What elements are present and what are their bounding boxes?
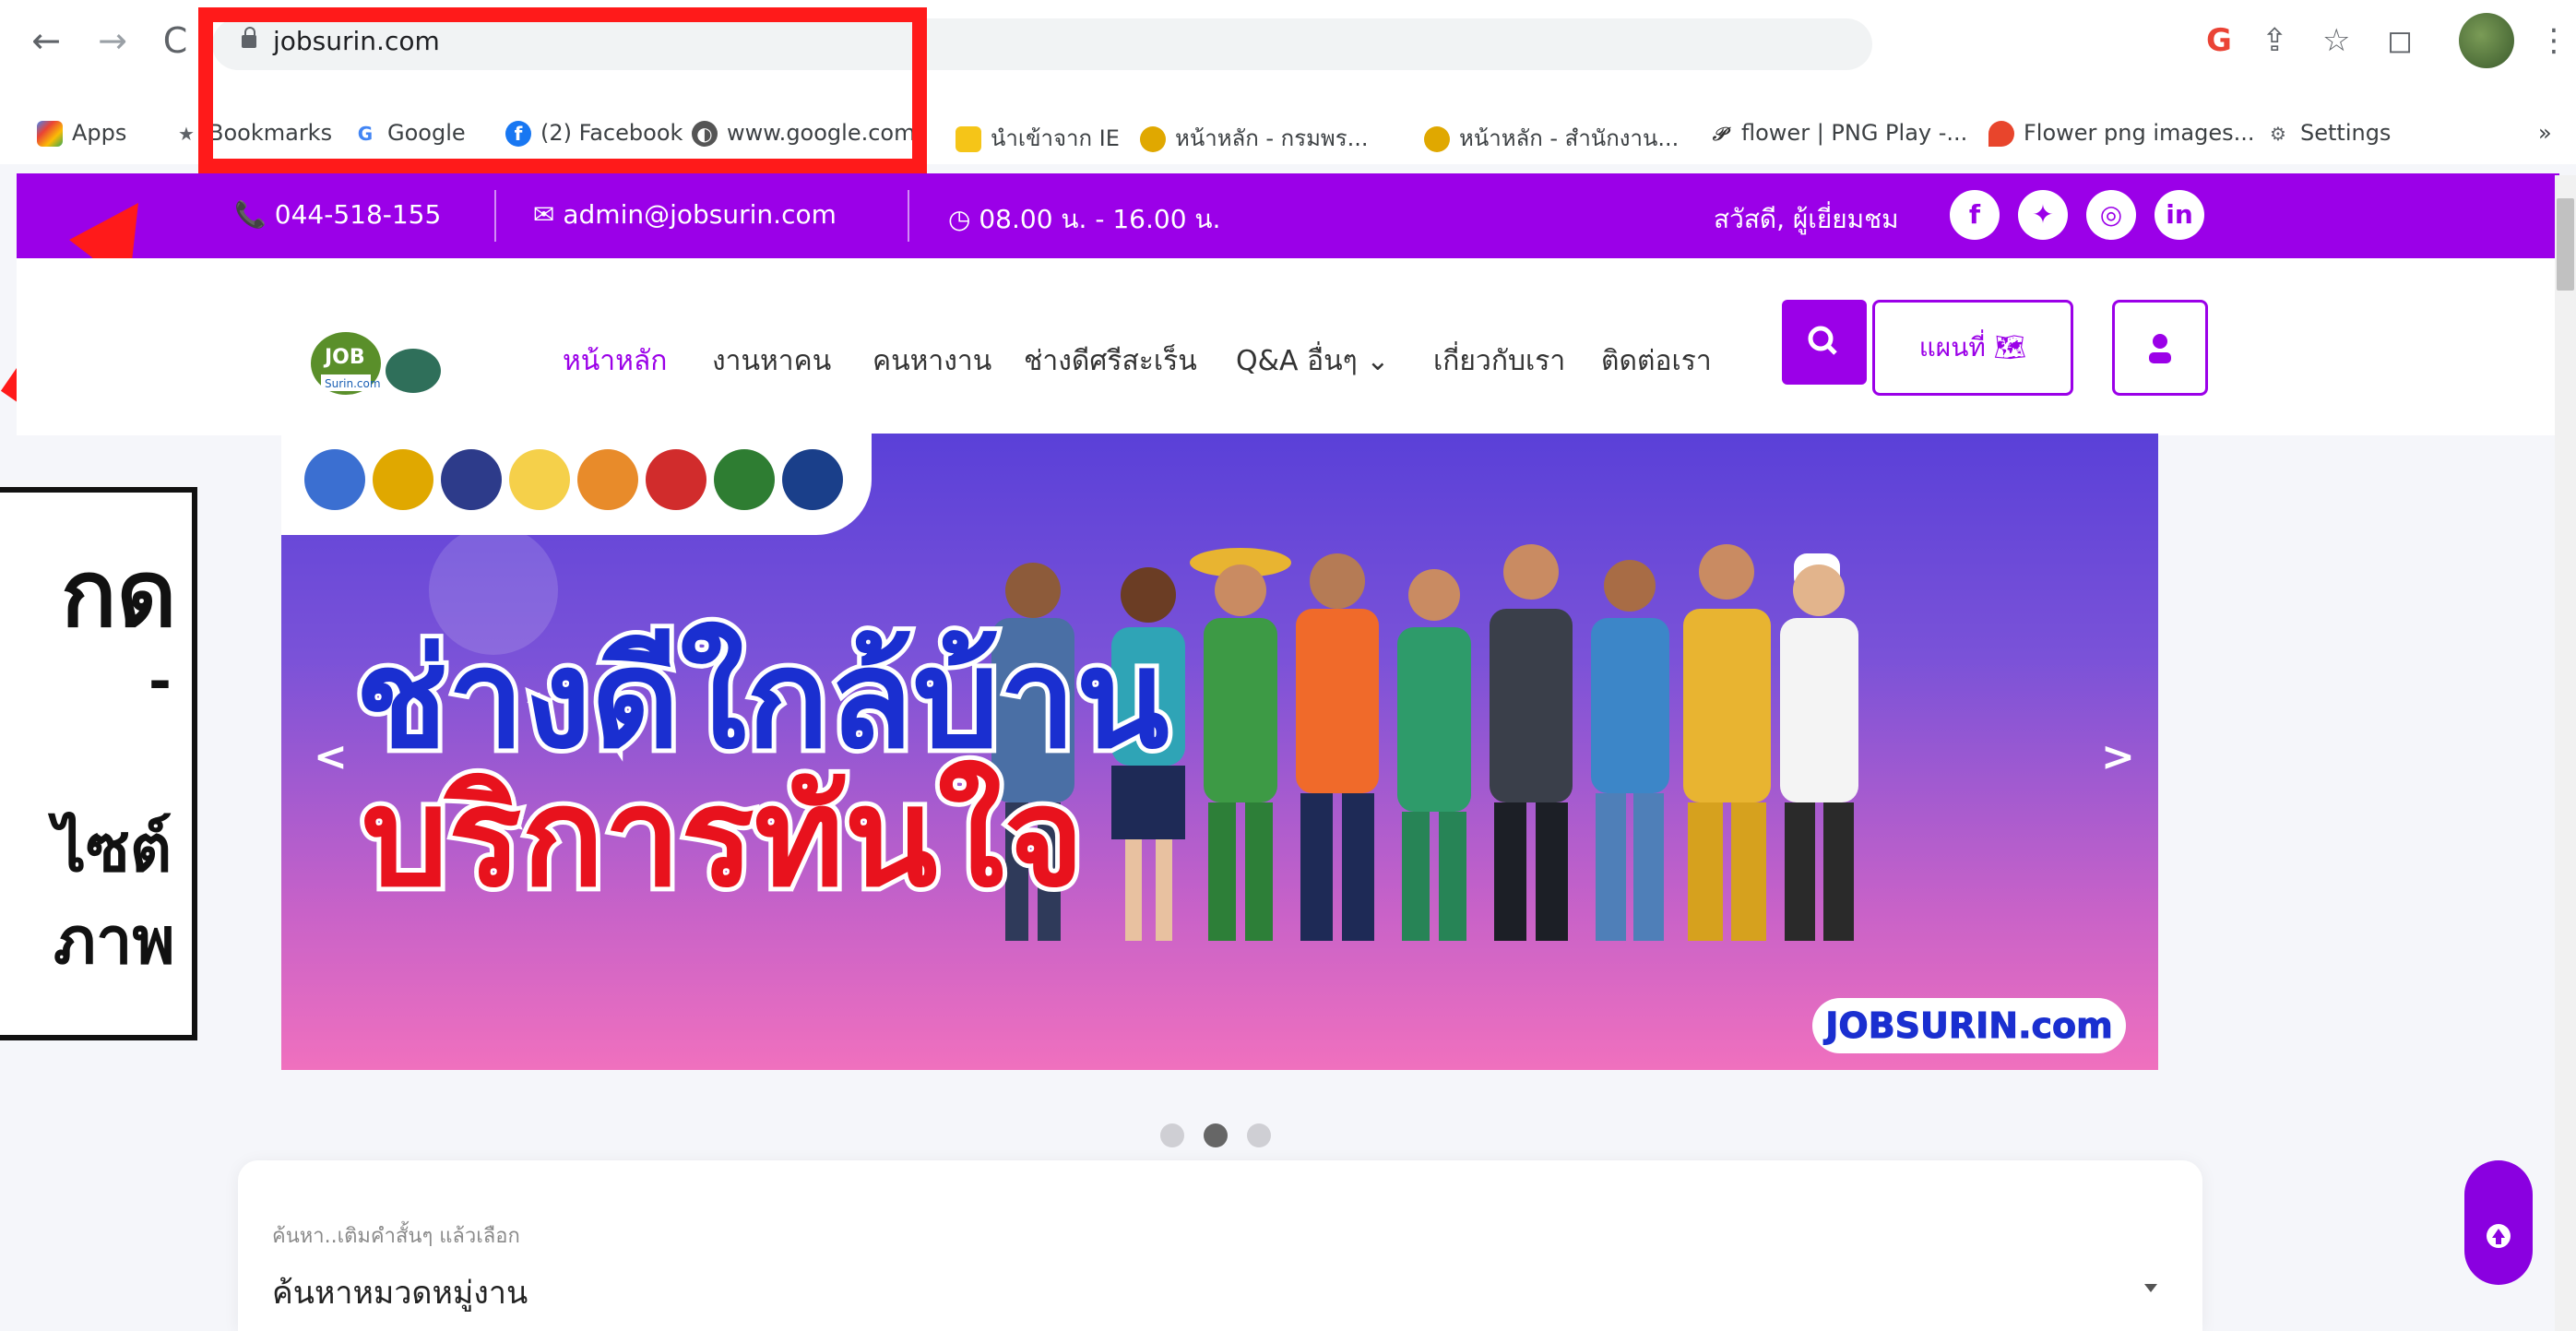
bookmark-flower-png-images[interactable]: Flower png images... xyxy=(1988,120,2255,147)
agency-seal-icon xyxy=(646,449,706,510)
svg-text:Surin.com: Surin.com xyxy=(325,377,381,390)
gear-icon: ⚙ xyxy=(2270,123,2286,145)
bookmark-star-icon[interactable]: ☆ xyxy=(2322,22,2350,59)
nav-jobs-hiring[interactable]: งานหาคน xyxy=(712,339,831,383)
chevron-down-icon: ⌄ xyxy=(1366,345,1390,377)
instagram-icon[interactable]: ◎ xyxy=(2086,190,2136,240)
carousel-next-button[interactable]: > xyxy=(2101,733,2135,780)
linkedin-icon[interactable]: in xyxy=(2155,190,2204,240)
search-icon xyxy=(1808,326,1837,355)
banner-brand: JOBSURIN.com xyxy=(1812,998,2126,1053)
search-button[interactable] xyxy=(1782,300,1867,385)
annotation-line-2: - xyxy=(148,649,172,714)
nav-qa-more[interactable]: Q&A อื่นๆ ⌄ xyxy=(1236,339,1389,383)
carousel-dot-active[interactable] xyxy=(1204,1123,1228,1147)
highlight-box xyxy=(198,7,927,173)
email-contact[interactable]: ✉ admin@jobsurin.com xyxy=(533,199,837,230)
apps-grid-icon xyxy=(37,121,63,147)
annotation-line-3: ไซต์ xyxy=(53,811,172,886)
scrollbar-thumb[interactable] xyxy=(2557,198,2574,291)
agency-seal-icon xyxy=(373,449,433,510)
nav-job-seekers[interactable]: คนหางาน xyxy=(873,339,991,383)
gov-emblem-icon xyxy=(1140,126,1166,152)
flower-site-icon xyxy=(1988,121,2014,147)
twitter-icon[interactable]: ✦ xyxy=(2018,190,2068,240)
agency-seal-icon xyxy=(441,449,502,510)
bookmark-gov-1[interactable]: หน้าหลัก - กรมพร... xyxy=(1140,120,1369,156)
search-card xyxy=(238,1160,2202,1331)
google-lens-icon[interactable]: G xyxy=(2206,22,2232,59)
scroll-to-top-button[interactable] xyxy=(2464,1160,2533,1285)
carousel-dot[interactable] xyxy=(1247,1123,1271,1147)
forward-icon[interactable]: → xyxy=(92,20,133,61)
side-panel-icon[interactable]: ◻ xyxy=(2387,22,2413,59)
arrow-up-icon xyxy=(2487,1224,2511,1248)
agency-seal-icon xyxy=(714,449,775,510)
agency-seal-icon xyxy=(782,449,843,510)
nav-about[interactable]: เกี่ยวกับเรา xyxy=(1433,339,1565,383)
page-scrollbar[interactable] xyxy=(2555,175,2576,1331)
search-hint: ค้นหา..เติมคำสั้นๆ แล้วเลือก xyxy=(272,1225,520,1248)
agency-seal-icon xyxy=(304,449,365,510)
phone-icon: 📞 xyxy=(234,199,275,230)
divider xyxy=(494,190,496,242)
bookmark-gov-2[interactable]: หน้าหลัก - สำนักงาน... xyxy=(1424,120,1679,156)
bookmark-apps[interactable]: Apps xyxy=(37,120,126,147)
menu-kebab-icon[interactable]: ⋮ xyxy=(2538,22,2570,59)
user-account-button[interactable] xyxy=(2112,300,2208,396)
greeting-text: สวัสดี, ผู้เยี่ยมชม xyxy=(1714,204,1899,234)
envelope-icon: ✉ xyxy=(533,199,564,230)
agency-seal-icon xyxy=(577,449,638,510)
back-icon[interactable]: ← xyxy=(26,20,66,61)
site-topbar: 📞 044-518-155 ✉ admin@jobsurin.com ◷ 08.… xyxy=(17,173,2559,258)
star-icon: ★ xyxy=(178,123,195,145)
nav-contact[interactable]: ติดต่อเรา xyxy=(1601,339,1712,383)
clock-icon: ◷ xyxy=(948,204,979,234)
user-icon xyxy=(2149,334,2171,363)
gov-emblem-icon xyxy=(1424,126,1450,152)
share-icon[interactable]: ⇪ xyxy=(2261,22,2288,59)
office-hours: ◷ 08.00 น. - 16.00 น. xyxy=(948,204,1221,234)
pngplay-icon: 𝒫 xyxy=(1712,123,1727,145)
phone-contact[interactable]: 📞 044-518-155 xyxy=(234,199,441,230)
dropdown-caret-icon[interactable] xyxy=(2144,1284,2157,1292)
divider xyxy=(908,190,909,242)
bookmark-settings[interactable]: ⚙ Settings xyxy=(2265,120,2391,147)
map-icon: 🗺 xyxy=(1993,332,2027,362)
carousel-dot[interactable] xyxy=(1160,1123,1184,1147)
annotation-panel: กด - ไซต์ ภาพ xyxy=(0,487,197,1040)
nav-home[interactable]: หน้าหลัก xyxy=(563,339,667,383)
bookmark-import-ie[interactable]: นำเข้าจาก IE xyxy=(956,120,1120,156)
agency-seal-icon xyxy=(509,449,570,510)
svg-text:JOB: JOB xyxy=(323,346,365,369)
map-button[interactable]: แผนที่ 🗺 xyxy=(1872,300,2073,396)
reload-icon[interactable]: C xyxy=(155,20,196,61)
nav-good-technicians[interactable]: ช่างดีศรีสะเร็น xyxy=(1024,339,1197,383)
profile-avatar[interactable] xyxy=(2459,13,2514,68)
annotation-line-1: กด xyxy=(61,540,177,648)
annotation-line-4: ภาพ xyxy=(53,903,175,979)
category-select[interactable]: ค้นหาหมวดหมู่งาน xyxy=(272,1267,528,1317)
facebook-icon[interactable]: f xyxy=(1950,190,2000,240)
banner-headline-2: บริการทันใจ xyxy=(357,754,1088,921)
jobsurin-logo[interactable]: JOB Surin.com xyxy=(304,323,452,400)
bookmark-flower-png-play[interactable]: 𝒫flower | PNG Play -... xyxy=(1706,120,1968,147)
folder-icon xyxy=(956,126,981,152)
carousel-prev-button[interactable]: < xyxy=(314,733,348,780)
bookmarks-more[interactable]: » xyxy=(2538,120,2552,146)
